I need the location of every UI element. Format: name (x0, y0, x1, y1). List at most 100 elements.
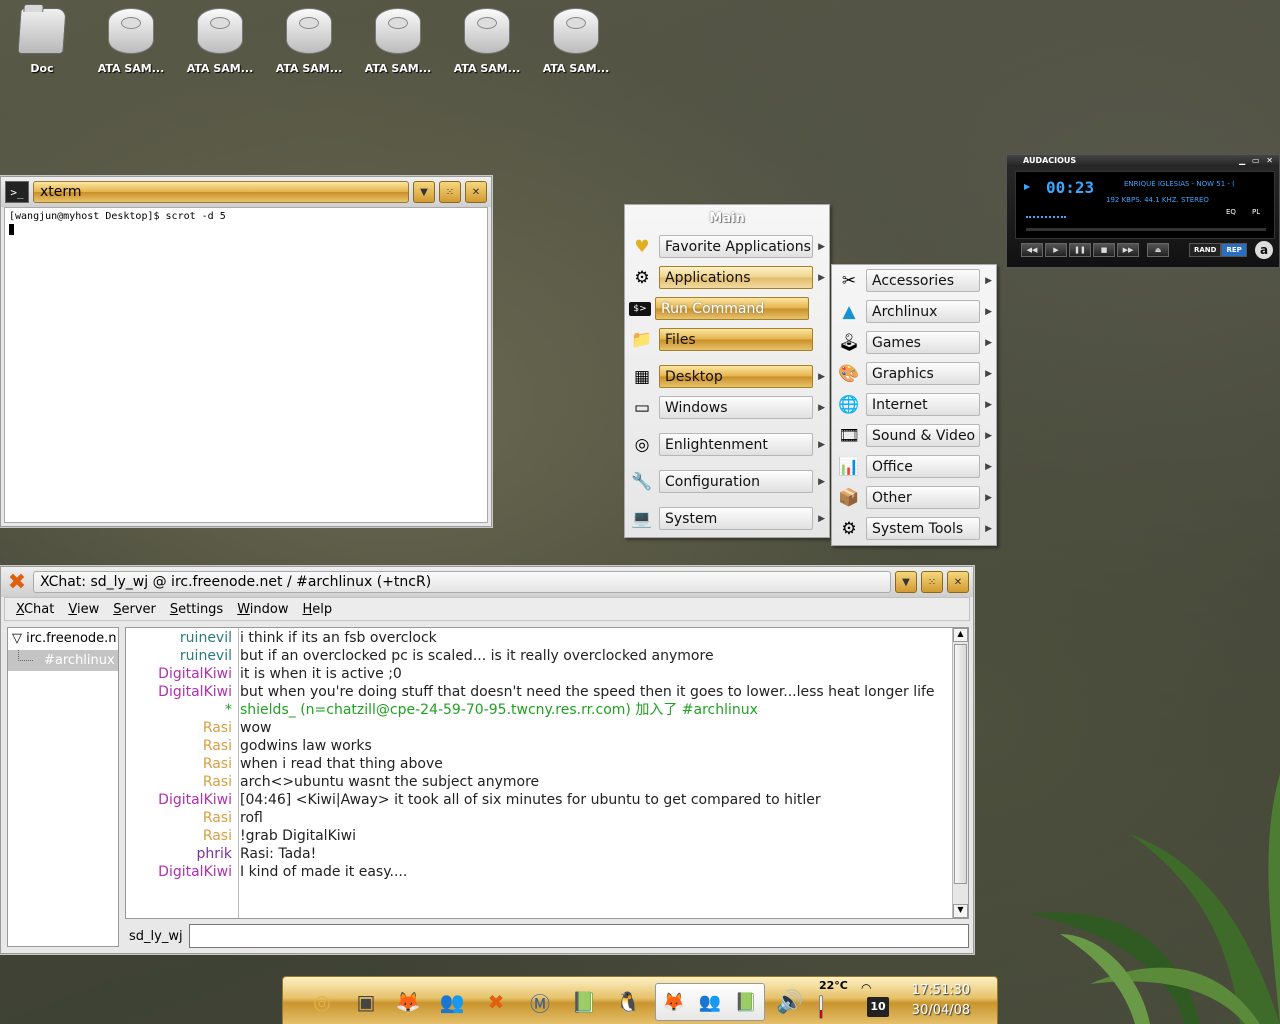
enlightenment-icon[interactable]: ◎ (303, 983, 341, 1021)
desktop-drive-icon-item[interactable]: ATA SAM... (445, 8, 529, 75)
menu-settings[interactable]: Settings (165, 600, 228, 619)
pl-toggle[interactable]: PL (1252, 208, 1260, 216)
minimize-button[interactable]: ▼ (413, 181, 435, 203)
menu-item-label: Files (659, 328, 813, 351)
wifi-icon[interactable]: ◠ (861, 981, 871, 995)
audacious-window-controls[interactable]: ▁ ▭ ✕ (1239, 155, 1275, 167)
message-input[interactable] (188, 924, 969, 948)
chat-nick[interactable]: phrik (126, 845, 236, 863)
submenu-item-label: Archlinux (866, 300, 980, 323)
menu-item-run-command[interactable]: $> Run Command (625, 293, 829, 324)
chat-nick[interactable]: DigitalKiwi (126, 791, 236, 809)
chat-nick[interactable]: Rasi (126, 827, 236, 845)
chat-nick[interactable]: ruinevil (126, 629, 236, 647)
firefox-icon[interactable]: 🦊 (389, 983, 427, 1021)
speaker-icon[interactable]: 🔊 (771, 983, 809, 1021)
visualizer[interactable] (1026, 210, 1066, 218)
audacious-titlebar[interactable]: AUDACIOUS ▁ ▭ ✕ (1007, 155, 1279, 167)
pause-button[interactable]: ❚❚ (1069, 243, 1091, 257)
audacious-player[interactable]: AUDACIOUS ▁ ▭ ✕ ▶ 00:23 ENRIQUE IGLESIAS… (1006, 154, 1280, 268)
menu-item-desktop[interactable]: ▦ Desktop ▶ (625, 361, 829, 392)
channel-node[interactable]: #archlinux (8, 650, 118, 671)
chat-nick[interactable]: Rasi (126, 755, 236, 773)
close-button[interactable]: ✕ (465, 181, 487, 203)
close-button[interactable]: ✕ (947, 571, 969, 593)
xchat-titlebar[interactable]: ✖ XChat: sd_ly_wj @ irc.freenode.net / #… (1, 567, 973, 597)
terminal-icon[interactable]: ▣ (347, 983, 385, 1021)
submenu-item-games[interactable]: 🕹 Games ▶ (832, 327, 996, 358)
desktop-drive-icon-item[interactable]: ATA SAM... (267, 8, 351, 75)
chat-scrollbar[interactable]: ▲ ▼ (952, 628, 968, 918)
chat-nick[interactable]: DigitalKiwi (126, 683, 236, 701)
clock[interactable]: 17:51:30 30/04/08 (901, 981, 981, 1021)
submenu-item-internet[interactable]: 🌐 Internet ▶ (832, 389, 996, 420)
taskbar-pager[interactable]: 🦊 👥 📗 (655, 983, 765, 1021)
menu-help[interactable]: Help (298, 600, 338, 619)
menu-view[interactable]: View (63, 600, 104, 619)
chat-nick[interactable]: Rasi (126, 737, 236, 755)
menu-server[interactable]: Server (108, 600, 161, 619)
chat-nick[interactable]: * (126, 701, 236, 719)
terminal-output[interactable]: [wangjun@myhost Desktop]$ scrot -d 5 (4, 207, 488, 523)
eject-button[interactable]: ⏏ (1147, 243, 1169, 257)
messenger-icon[interactable]: 👥 (433, 983, 471, 1021)
submenu-item-sound-video[interactable]: 🎞 Sound & Video ▶ (832, 420, 996, 451)
chat-nick[interactable]: Rasi (126, 809, 236, 827)
random-toggle[interactable]: RAND (1189, 243, 1222, 257)
desktop-drive-icon-item[interactable]: ATA SAM... (356, 8, 440, 75)
xchat-icon[interactable]: ✖ (477, 983, 515, 1021)
mms-icon[interactable]: Ⓜ (521, 983, 559, 1021)
maximize-button[interactable]: ⁙ (439, 181, 461, 203)
task-messenger-icon[interactable]: 👥 (699, 992, 721, 1013)
menu-item-enlightenment[interactable]: ◎ Enlightenment ▶ (625, 429, 829, 460)
scroll-thumb[interactable] (954, 644, 967, 884)
next-button[interactable]: ▶▶ (1117, 243, 1139, 257)
playback-time[interactable]: 00:23 (1046, 178, 1094, 197)
minimize-button[interactable]: ▼ (895, 571, 917, 593)
submenu-item-accessories[interactable]: ✂ Accessories ▶ (832, 265, 996, 296)
badge-count[interactable]: 10 (867, 997, 889, 1017)
xchat-window[interactable]: ✖ XChat: sd_ly_wj @ irc.freenode.net / #… (0, 566, 974, 954)
menu-item-files[interactable]: 📁 Files (625, 324, 829, 355)
seek-bar[interactable] (1026, 228, 1266, 231)
scroll-up-icon[interactable]: ▲ (953, 628, 968, 642)
desktop-folder-doc[interactable]: Doc (0, 8, 84, 75)
eq-toggle[interactable]: EQ (1226, 208, 1236, 216)
menu-item-favorite-applications[interactable]: ♥ Favorite Applications ▶ (625, 231, 829, 262)
xterm-window[interactable]: >_ xterm ▼ ⁙ ✕ [wangjun@myhost Desktop]$… (0, 176, 492, 527)
task-firefox-icon[interactable]: 🦊 (663, 992, 685, 1013)
chat-nick[interactable]: Rasi (126, 719, 236, 737)
repeat-toggle[interactable]: REP (1221, 243, 1247, 257)
play-button[interactable]: ▶ (1045, 243, 1067, 257)
chat-nick[interactable]: Rasi (126, 773, 236, 791)
chat-log[interactable]: ruinevil i think if its an fsb overclock r… (125, 627, 969, 919)
submenu-item-other[interactable]: 📦 Other ▶ (832, 482, 996, 513)
task-book-icon[interactable]: 📗 (735, 992, 757, 1013)
desktop-drive-icon-item[interactable]: ATA SAM... (178, 8, 262, 75)
desktop-drive-icon-item[interactable]: ATA SAM... (534, 8, 618, 75)
menu-item-applications[interactable]: ⚙ Applications ▶ (625, 262, 829, 293)
xterm-titlebar[interactable]: >_ xterm ▼ ⁙ ✕ (1, 177, 491, 207)
penguin-icon[interactable]: 🐧 (609, 983, 647, 1021)
maximize-button[interactable]: ⁙ (921, 571, 943, 593)
submenu-item-office[interactable]: 📊 Office ▶ (832, 451, 996, 482)
chat-nick[interactable]: ruinevil (126, 647, 236, 665)
audacious-logo-icon[interactable]: a (1255, 241, 1273, 259)
menu-item-windows[interactable]: ▭ Windows ▶ (625, 392, 829, 423)
stop-button[interactable]: ■ (1093, 243, 1115, 257)
menu-xchat[interactable]: XChat (11, 600, 59, 619)
book-icon[interactable]: 📗 (565, 983, 603, 1021)
my-nick[interactable]: sd_ly_wj (125, 929, 189, 944)
chat-nick[interactable]: DigitalKiwi (126, 665, 236, 683)
submenu-item-graphics[interactable]: 🎨 Graphics ▶ (832, 358, 996, 389)
chat-nick[interactable]: DigitalKiwi (126, 863, 236, 881)
menu-window[interactable]: Window (232, 600, 293, 619)
menu-item-configuration[interactable]: 🔧 Configuration ▶ (625, 466, 829, 497)
submenu-item-system-tools[interactable]: ⚙ System Tools ▶ (832, 513, 996, 544)
desktop-drive-icon-item[interactable]: ATA SAM... (89, 8, 173, 75)
scroll-down-icon[interactable]: ▼ (953, 904, 968, 918)
previous-button[interactable]: ◀◀ (1021, 243, 1043, 257)
submenu-item-archlinux[interactable]: ▲ Archlinux ▶ (832, 296, 996, 327)
menu-item-system[interactable]: 💻 System ▶ (625, 503, 829, 534)
server-node[interactable]: ▽ irc.freenode.n (8, 628, 118, 648)
